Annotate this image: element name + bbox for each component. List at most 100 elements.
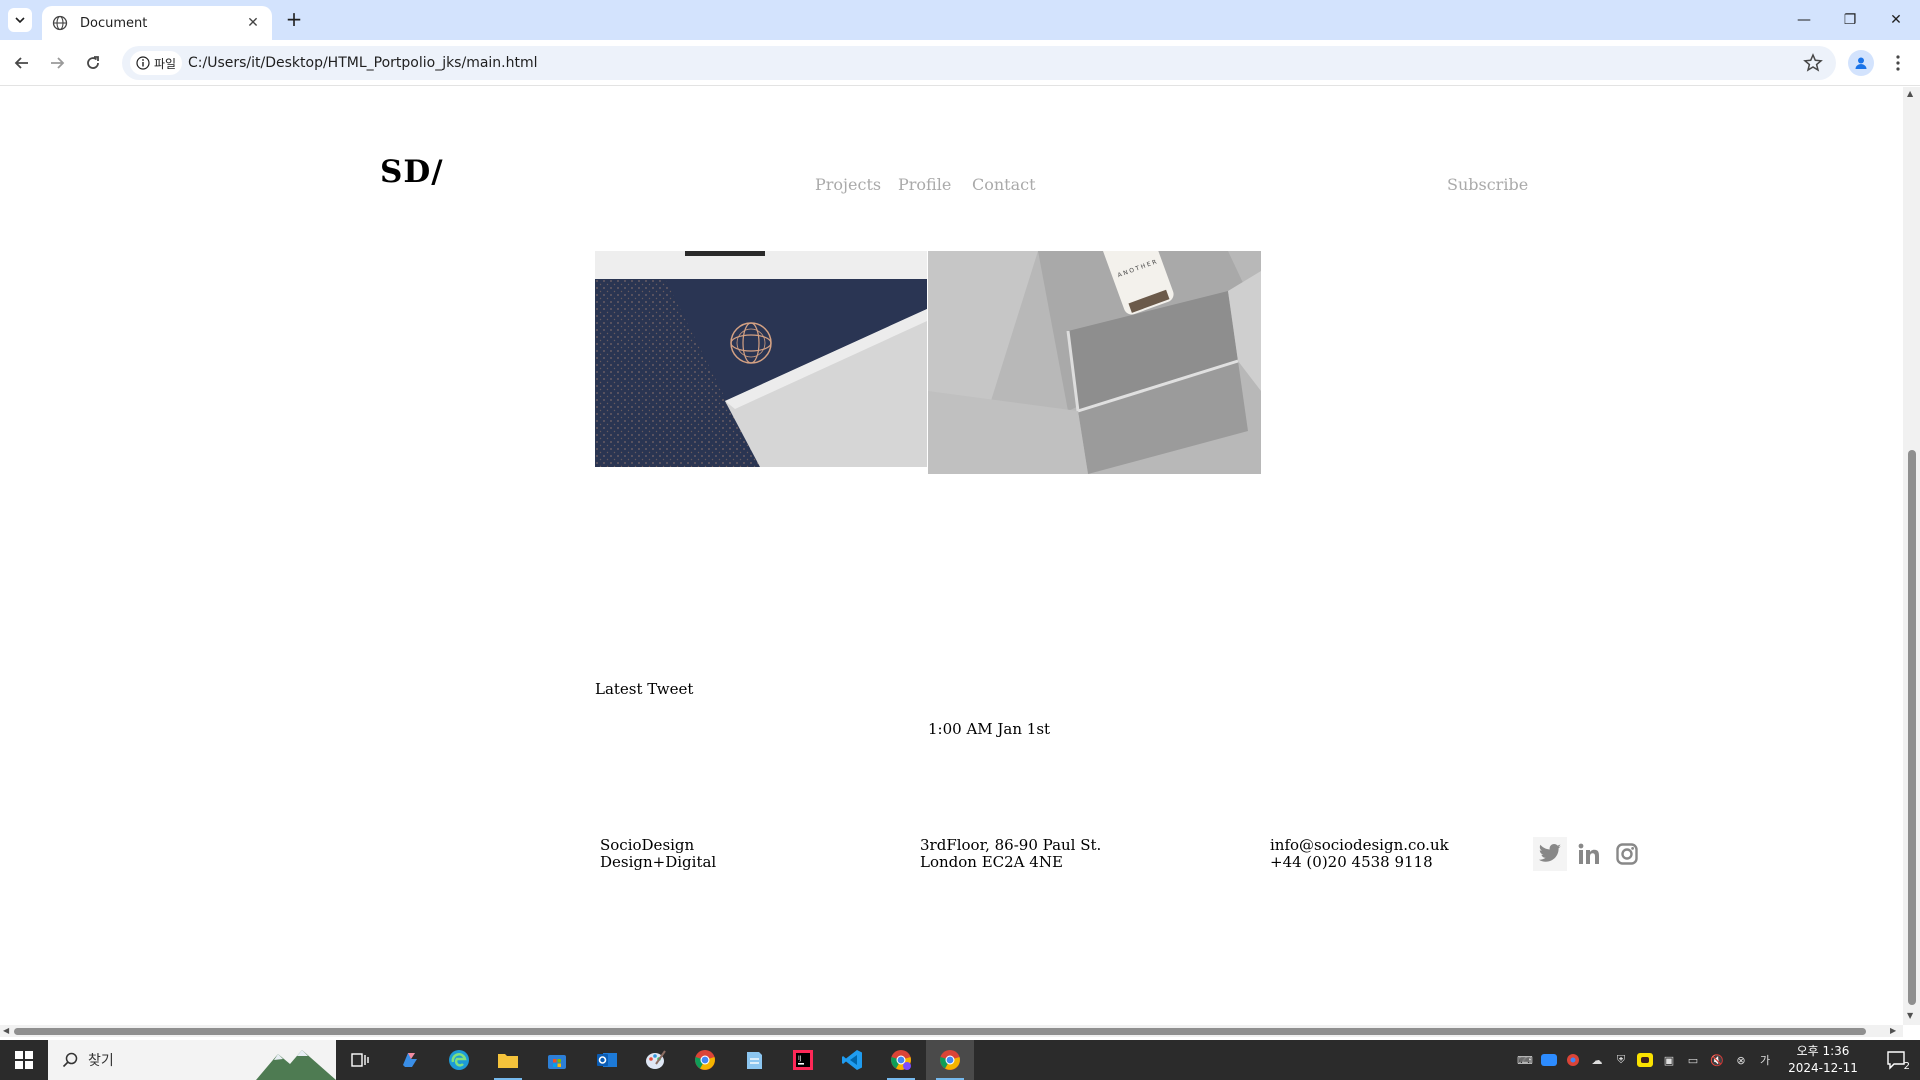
chevron-down-icon bbox=[15, 17, 25, 24]
tray-display-icon[interactable]: ▣ bbox=[1658, 1040, 1680, 1080]
stationery-photo bbox=[595, 251, 927, 467]
outlook-icon bbox=[597, 1053, 617, 1067]
vertical-scrollbar[interactable]: ▲ ▼ bbox=[1903, 87, 1920, 1025]
taskbar-search[interactable]: 찾기 bbox=[48, 1040, 336, 1080]
new-tab-button[interactable]: + bbox=[283, 9, 305, 31]
taskbar-paint[interactable] bbox=[632, 1040, 680, 1080]
footer-address-city: London EC2A 4NE bbox=[920, 853, 1063, 871]
footer-contact: info@sociodesign.co.uk +44 (0)20 4538 91… bbox=[1270, 837, 1449, 871]
task-view-button[interactable] bbox=[336, 1040, 384, 1080]
arrow-right-icon bbox=[51, 57, 65, 69]
project-image-stationery[interactable] bbox=[595, 251, 927, 467]
linkedin-icon bbox=[1578, 843, 1599, 864]
copilot-icon bbox=[403, 1053, 417, 1067]
vertical-scroll-thumb[interactable] bbox=[1908, 450, 1916, 1005]
scroll-left-arrow-icon[interactable]: ◀ bbox=[3, 1026, 9, 1035]
subscribe-link[interactable]: Subscribe bbox=[1447, 175, 1528, 194]
forward-button[interactable] bbox=[44, 50, 70, 76]
taskbar-file-explorer[interactable] bbox=[484, 1040, 532, 1080]
footer-company-name: SocioDesign bbox=[600, 836, 695, 854]
taskbar-edge[interactable] bbox=[435, 1040, 483, 1080]
chrome-icon bbox=[695, 1050, 715, 1070]
svg-text:IJ: IJ bbox=[798, 1055, 802, 1062]
edge-icon bbox=[449, 1050, 469, 1070]
project-image-packaging[interactable]: A N O T H E R bbox=[928, 251, 1261, 474]
taskbar-vscode[interactable] bbox=[828, 1040, 876, 1080]
taskbar-search-placeholder: 찾기 bbox=[88, 1053, 114, 1069]
instagram-link[interactable] bbox=[1610, 837, 1644, 871]
taskbar-clock[interactable]: 오후 1:36 2024-12-11 bbox=[1778, 1043, 1868, 1077]
close-window-button[interactable]: ✕ bbox=[1873, 0, 1919, 40]
browser-toolbar: 파일 C:/Users/it/Desktop/HTML_Portpolio_jk… bbox=[0, 40, 1920, 86]
address-bar[interactable]: 파일 C:/Users/it/Desktop/HTML_Portpolio_jk… bbox=[122, 46, 1836, 80]
tab-search-button[interactable] bbox=[8, 8, 32, 32]
store-icon bbox=[548, 1055, 566, 1069]
person-icon bbox=[1855, 57, 1867, 69]
twitter-link[interactable] bbox=[1533, 837, 1567, 871]
notification-center-button[interactable]: 2 bbox=[1872, 1040, 1920, 1080]
taskbar-outlook[interactable] bbox=[583, 1040, 631, 1080]
restore-button[interactable]: ❐ bbox=[1827, 0, 1873, 40]
info-icon bbox=[136, 56, 150, 70]
linkedin-link[interactable] bbox=[1572, 837, 1606, 871]
chrome-icon bbox=[940, 1050, 960, 1070]
scroll-down-arrow-icon[interactable]: ▼ bbox=[1907, 1011, 1913, 1020]
taskbar-intellij[interactable]: IJ bbox=[779, 1040, 827, 1080]
tab-close-icon[interactable]: ✕ bbox=[244, 15, 262, 31]
taskbar-copilot[interactable] bbox=[386, 1040, 434, 1080]
tray-ime-icon[interactable]: 가 bbox=[1754, 1040, 1776, 1080]
packaging-photo: A N O T H E R bbox=[928, 251, 1261, 474]
nav-link-contact[interactable]: Contact bbox=[972, 175, 1036, 194]
tray-talk-icon[interactable] bbox=[1634, 1040, 1656, 1080]
browser-menu-button[interactable] bbox=[1885, 50, 1911, 76]
windows-taskbar: 찾기 IJ ⌨ ☁ ⛨ ▣ ▭ 🔇 ⊗ 가 오후 1:36 2024-12-11… bbox=[0, 1040, 1920, 1080]
tray-close-circle-icon[interactable]: ⊗ bbox=[1730, 1040, 1752, 1080]
taskbar-notepad[interactable] bbox=[730, 1040, 778, 1080]
minimize-button[interactable]: — bbox=[1781, 0, 1827, 40]
tray-chrome-icon[interactable] bbox=[1562, 1040, 1584, 1080]
tray-network-icon[interactable]: ▭ bbox=[1682, 1040, 1704, 1080]
more-vert-icon bbox=[1896, 55, 1900, 71]
tray-volume-muted-icon[interactable]: 🔇 bbox=[1706, 1040, 1728, 1080]
mountain-highlight-icon bbox=[256, 1050, 336, 1080]
tray-shield-icon[interactable]: ⛨ bbox=[1610, 1040, 1632, 1080]
browser-tab[interactable]: Document ✕ bbox=[42, 6, 272, 40]
footer-company: SocioDesign Design+Digital bbox=[600, 837, 716, 871]
taskbar-chrome-3[interactable] bbox=[926, 1040, 974, 1080]
instagram-icon bbox=[1616, 843, 1638, 865]
footer-phone[interactable]: +44 (0)20 4538 9118 bbox=[1270, 854, 1449, 871]
url-text[interactable]: C:/Users/it/Desktop/HTML_Portpolio_jks/m… bbox=[188, 46, 538, 80]
footer-email[interactable]: info@sociodesign.co.uk bbox=[1270, 837, 1449, 854]
latest-tweet-heading: Latest Tweet bbox=[595, 680, 694, 698]
tray-zoom-icon[interactable] bbox=[1538, 1040, 1560, 1080]
web-page: SD/ Projects Profile Contact Subscribe A… bbox=[0, 87, 1903, 1025]
scroll-up-arrow-icon[interactable]: ▲ bbox=[1907, 89, 1913, 98]
clock-date: 2024-12-11 bbox=[1788, 1061, 1858, 1075]
site-logo[interactable]: SD/ bbox=[380, 154, 444, 190]
notification-count: 2 bbox=[1903, 1061, 1910, 1072]
bookmark-star-icon[interactable] bbox=[1802, 52, 1824, 74]
profile-button[interactable] bbox=[1848, 50, 1874, 76]
horizontal-scrollbar[interactable]: ◀ ▶ bbox=[0, 1025, 1903, 1037]
footer-address: 3rdFloor, 86-90 Paul St. London EC2A 4NE bbox=[920, 837, 1101, 871]
reload-icon bbox=[87, 56, 99, 69]
taskbar-store[interactable] bbox=[533, 1040, 581, 1080]
tray-input-icon[interactable]: ⌨ bbox=[1514, 1040, 1536, 1080]
tweet-timestamp: 1:00 AM Jan 1st bbox=[928, 720, 1051, 738]
nav-link-profile[interactable]: Profile bbox=[898, 175, 951, 194]
arrow-left-icon bbox=[14, 57, 28, 69]
site-info-chip[interactable]: 파일 bbox=[130, 51, 183, 75]
twitter-icon bbox=[1538, 844, 1561, 862]
globe-icon bbox=[52, 15, 68, 31]
back-button[interactable] bbox=[9, 50, 35, 76]
reload-button[interactable] bbox=[80, 50, 106, 76]
taskbar-chrome-2[interactable] bbox=[877, 1040, 925, 1080]
footer-company-tagline: Design+Digital bbox=[600, 853, 717, 871]
tray-cloud-icon[interactable]: ☁ bbox=[1586, 1040, 1608, 1080]
horizontal-scroll-thumb[interactable] bbox=[14, 1028, 1866, 1035]
scroll-right-arrow-icon[interactable]: ▶ bbox=[1890, 1026, 1896, 1035]
taskbar-chrome-1[interactable] bbox=[681, 1040, 729, 1080]
nav-link-projects[interactable]: Projects bbox=[815, 175, 881, 194]
task-view-icon bbox=[351, 1053, 369, 1067]
start-button[interactable] bbox=[0, 1040, 48, 1080]
